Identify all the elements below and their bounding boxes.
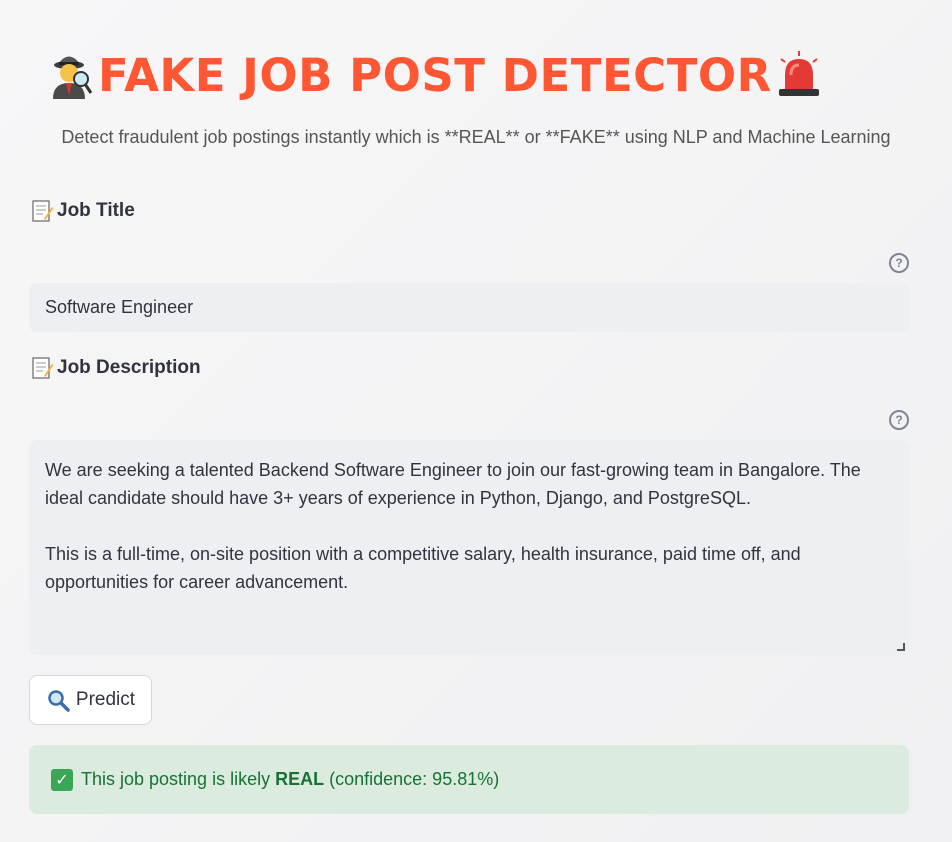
result-prefix: This job posting is likely xyxy=(81,769,271,789)
job-title-label: Job Title xyxy=(30,199,135,223)
job-description-label: Job Description xyxy=(30,356,201,380)
police-light-icon xyxy=(772,48,826,102)
result-confidence: (confidence: 95.81%) xyxy=(329,769,500,789)
description-line: We are seeking a talented Backend Softwa… xyxy=(45,460,861,480)
detective-icon xyxy=(44,48,98,102)
result-alert: ✓ This job posting is likely REAL (confi… xyxy=(29,745,909,814)
magnifier-icon xyxy=(48,690,70,712)
title-text: FAKE JOB POST DETECTOR xyxy=(98,48,772,102)
description-line: opportunities for career advancement. xyxy=(45,572,349,592)
job-title-label-text: Job Title xyxy=(57,200,135,221)
resize-handle-icon[interactable] xyxy=(897,643,905,651)
description-line: This is a full-time, on-site position wi… xyxy=(45,544,801,564)
predict-button-label: Predict xyxy=(75,689,136,710)
page-title: FAKE JOB POST DETECTOR xyxy=(44,48,826,102)
check-mark-icon: ✓ xyxy=(51,768,73,791)
job-title-input[interactable]: Software Engineer xyxy=(29,283,909,332)
job-title-help-icon[interactable]: ? xyxy=(889,253,909,273)
memo-icon xyxy=(32,357,54,379)
result-verdict: REAL xyxy=(275,769,325,789)
memo-icon xyxy=(32,200,54,222)
description-line: ideal candidate should have 3+ years of … xyxy=(45,488,751,508)
page-subtitle: Detect fraudulent job postings instantly… xyxy=(61,127,891,147)
predict-button[interactable]: Predict xyxy=(29,675,152,725)
job-description-label-text: Job Description xyxy=(57,357,201,378)
job-description-textarea[interactable]: We are seeking a talented Backend Softwa… xyxy=(29,440,909,655)
app: FAKE JOB POST DETECTOR Detect fraudulent… xyxy=(0,0,952,842)
job-description-help-icon[interactable]: ? xyxy=(889,410,909,430)
